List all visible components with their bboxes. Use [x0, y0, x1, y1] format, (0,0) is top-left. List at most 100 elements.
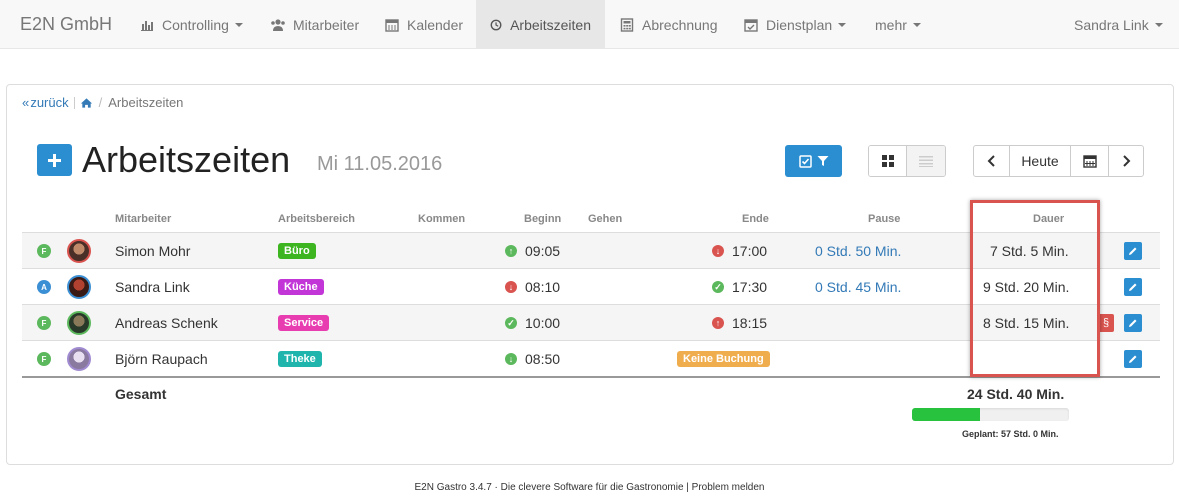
arrow-down-icon: ↓ — [505, 353, 517, 365]
nav-arbeitszeiten[interactable]: Arbeitszeiten — [476, 0, 605, 49]
begin-time[interactable]: 10:00 — [525, 315, 560, 331]
end-time[interactable]: 17:30 — [732, 279, 767, 295]
hours-progress-bar — [912, 408, 1069, 421]
nav-mehr[interactable]: mehr — [861, 0, 935, 49]
nav-kalender[interactable]: Kalender — [371, 0, 477, 49]
today-button[interactable]: Heute — [1010, 146, 1071, 176]
nav-arbeitszeiten-label: Arbeitszeiten — [510, 16, 591, 33]
breadcrumb-separator: / — [98, 95, 103, 110]
next-day-button[interactable] — [1109, 146, 1143, 176]
employee-name[interactable]: Björn Raupach — [115, 341, 208, 377]
header-pause[interactable]: Pause — [868, 213, 900, 225]
avatar — [67, 311, 91, 335]
nav-kalender-label: Kalender — [407, 16, 464, 33]
paragraph-button[interactable]: § — [1098, 314, 1114, 332]
nav-controlling-label: Controlling — [162, 16, 229, 33]
total-label: Gesamt — [115, 386, 167, 402]
breadcrumb: « zurück / Arbeitszeiten — [22, 95, 183, 110]
nav-mitarbeiter[interactable]: Mitarbeiter — [256, 0, 373, 49]
navbar: E2N GmbH Controlling Mitarbeiter Kalende… — [0, 0, 1179, 49]
back-link[interactable]: « zurück — [22, 95, 69, 110]
arrow-up-icon: ↑ — [505, 245, 517, 257]
begin-time[interactable]: 08:50 — [525, 351, 560, 367]
add-button[interactable] — [37, 144, 72, 176]
header-gehen[interactable]: Gehen — [588, 213, 622, 225]
nav-controlling[interactable]: Controlling — [126, 0, 257, 49]
check-icon: ✓ — [505, 317, 517, 329]
nav-mehr-label: mehr — [875, 16, 907, 33]
employee-name[interactable]: Sandra Link — [115, 269, 190, 305]
end-time[interactable]: 18:15 — [732, 315, 767, 331]
home-icon[interactable] — [80, 97, 93, 109]
header-mitarbeiter[interactable]: Mitarbeiter — [115, 213, 171, 225]
page-date: Mi 11.05.2016 — [317, 153, 443, 175]
area-tag: Service — [278, 315, 330, 331]
status-badge: A — [37, 280, 51, 294]
arrow-down-icon: ↓ — [505, 281, 517, 293]
list-icon — [919, 156, 933, 167]
chevron-down-icon — [234, 22, 243, 27]
back-link-label: zurück — [30, 95, 69, 110]
arrow-down-icon: ↓ — [712, 245, 724, 257]
arrow-up-icon: ↑ — [712, 317, 724, 329]
header-arbeitsbereich[interactable]: Arbeitsbereich — [278, 213, 355, 225]
header-kommen[interactable]: Kommen — [418, 213, 465, 225]
employee-name[interactable]: Andreas Schenk — [115, 305, 218, 341]
view-toggle — [868, 145, 946, 177]
grid-icon — [881, 155, 894, 167]
bar-chart-icon — [141, 20, 153, 31]
checkbox-icon — [798, 154, 812, 168]
begin-time[interactable]: 08:10 — [525, 279, 560, 295]
edit-button[interactable] — [1124, 278, 1142, 296]
check-icon: ✓ — [712, 281, 724, 293]
prev-day-button[interactable] — [974, 146, 1010, 176]
calendar-check-icon — [744, 18, 758, 32]
nav-mitarbeiter-label: Mitarbeiter — [293, 16, 360, 33]
area-tag: Küche — [278, 279, 324, 295]
page-title: Arbeitszeiten — [82, 139, 291, 180]
clock-icon — [490, 19, 502, 30]
status-badge: F — [37, 352, 51, 366]
avatar — [67, 239, 91, 263]
status-badge: F — [37, 244, 51, 258]
header-ende[interactable]: Ende — [742, 213, 769, 225]
pause-link[interactable]: 0 Std. 50 Min. — [815, 233, 901, 269]
edit-button[interactable] — [1124, 350, 1142, 368]
pencil-icon — [1129, 283, 1137, 291]
nav-abrechnung[interactable]: Abrechnung — [606, 0, 732, 49]
calculator-icon — [620, 17, 634, 32]
list-view-button[interactable] — [907, 146, 945, 176]
brand[interactable]: E2N GmbH — [20, 14, 112, 35]
no-booking-badge: Keine Buchung — [677, 351, 770, 367]
users-icon — [271, 18, 285, 31]
area-tag: Theke — [278, 351, 322, 367]
progress-fill — [912, 408, 980, 421]
chevron-down-icon — [838, 22, 847, 27]
begin-time[interactable]: 09:05 — [525, 243, 560, 259]
calendar-button[interactable] — [1071, 146, 1109, 176]
nav-dienstplan-label: Dienstplan — [766, 16, 833, 33]
pause-link[interactable]: 0 Std. 45 Min. — [815, 269, 901, 305]
header-beginn[interactable]: Beginn — [524, 213, 561, 225]
filter-icon — [817, 156, 828, 166]
user-name: Sandra Link — [1074, 16, 1149, 33]
grid-view-button[interactable] — [869, 146, 907, 176]
employee-name[interactable]: Simon Mohr — [115, 233, 190, 269]
nav-dienstplan[interactable]: Dienstplan — [730, 0, 860, 49]
avatar — [67, 275, 91, 299]
edit-button[interactable] — [1124, 242, 1142, 260]
edit-button[interactable] — [1124, 314, 1142, 332]
duration-highlight — [970, 200, 1100, 377]
user-menu[interactable]: Sandra Link — [1060, 0, 1177, 49]
end-time[interactable]: 17:00 — [732, 243, 767, 259]
breadcrumb-current: Arbeitszeiten — [108, 95, 184, 110]
avatar — [67, 347, 91, 371]
pencil-icon — [1129, 319, 1137, 327]
planned-hours: Geplant: 57 Std. 0 Min. — [962, 429, 1059, 439]
pencil-icon — [1129, 247, 1137, 255]
pencil-icon — [1129, 355, 1137, 363]
divider — [73, 96, 75, 109]
chevron-down-icon — [1154, 22, 1163, 27]
filter-button[interactable] — [785, 145, 842, 177]
date-navigation: Heute — [973, 145, 1144, 177]
